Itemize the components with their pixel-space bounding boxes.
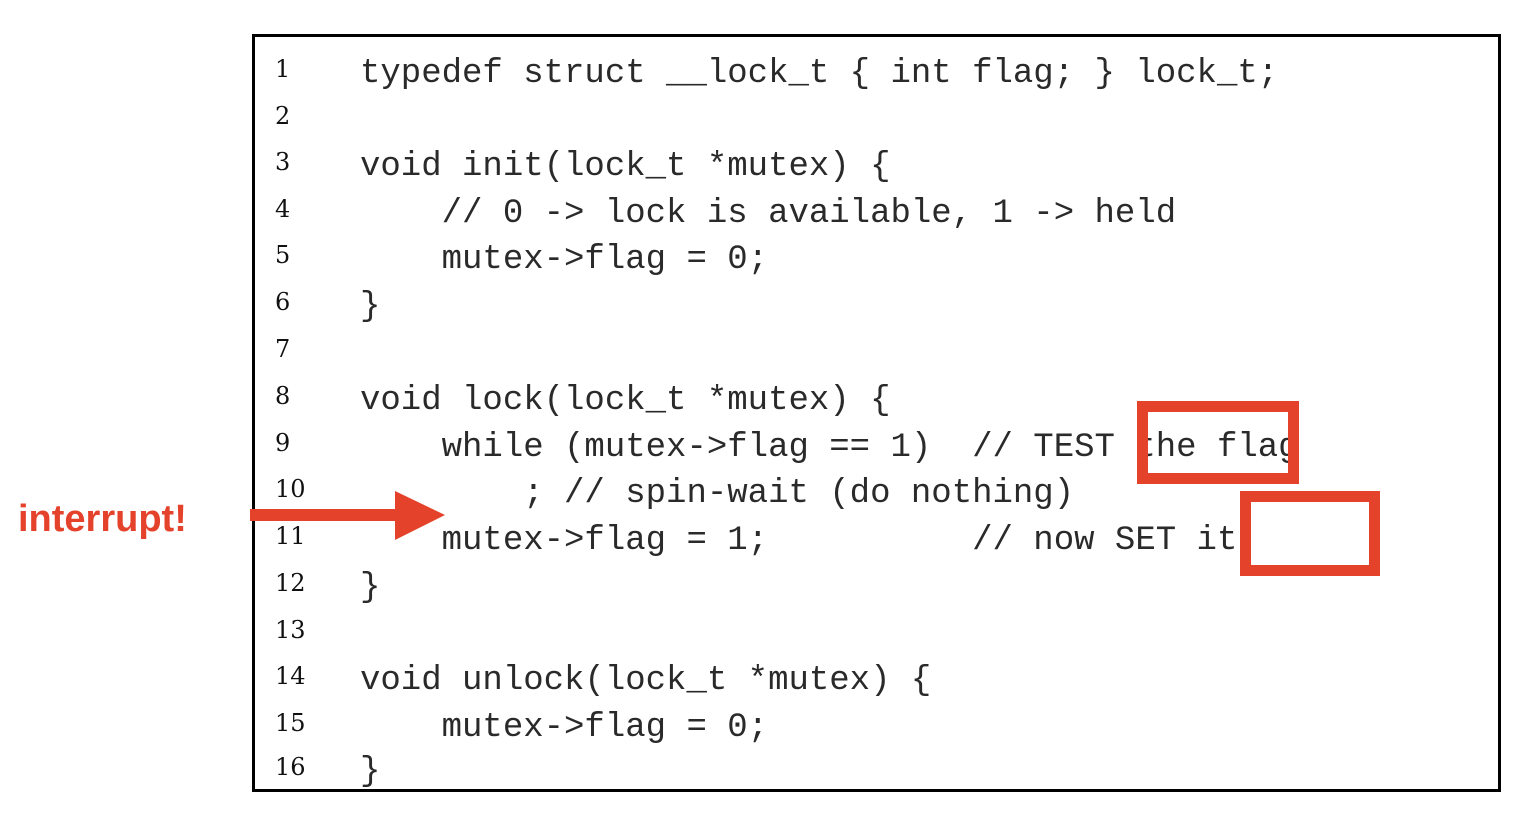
interrupt-label: interrupt! [18,498,187,540]
line-code: mutex->flag = 1; // now SET it! [360,522,1258,560]
line-code: ; // spin-wait (do nothing) [360,475,1075,513]
line-code: // 0 -> lock is available, 1 -> held [360,195,1177,233]
code-line: 15 mutex->flag = 0; [255,705,1498,751]
line-number: 1 [275,55,291,83]
line-code: } [360,569,381,607]
line-number: 12 [275,569,306,597]
code-line: 2 [255,98,1498,144]
line-number: 4 [275,195,291,223]
interrupt-arrow-icon [250,491,445,540]
line-number: 8 [275,382,291,410]
code-listing: 1 typedef struct __lock_t { int flag; } l… [252,34,1501,792]
line-code: void init(lock_t *mutex) { [360,148,891,186]
code-line: 7 [255,331,1498,377]
line-number: 6 [275,288,291,316]
code-line: 5 mutex->flag = 0; [255,237,1498,283]
code-line: 14 void unlock(lock_t *mutex) { [255,658,1498,704]
line-number: 3 [275,148,291,176]
line-number: 13 [275,616,306,644]
test-highlight-box [1137,401,1299,484]
code-line: 3 void init(lock_t *mutex) { [255,144,1498,190]
line-number: 9 [275,429,291,457]
line-number: 16 [275,753,306,781]
line-code: mutex->flag = 0; [360,241,769,279]
code-line: 1 typedef struct __lock_t { int flag; } l… [255,51,1498,97]
line-number: 2 [275,102,291,130]
line-number: 15 [275,709,306,737]
code-line: 6} [255,284,1498,330]
code-line: 9 while (mutex->flag == 1) // TEST the f… [255,425,1498,471]
line-number: 5 [275,241,291,269]
line-code: mutex->flag = 0; [360,709,769,747]
code-line: 8 void lock(lock_t *mutex) { [255,378,1498,424]
code-line: 13 [255,612,1498,658]
line-number: 7 [275,335,291,363]
line-code: } [360,753,381,791]
line-code: typedef struct __lock_t { int flag; } lo… [360,55,1279,93]
set-highlight-box [1240,491,1380,576]
line-code: } [360,288,381,326]
code-line: 4 // 0 -> lock is available, 1 -> held [255,191,1498,237]
line-code: void lock(lock_t *mutex) { [360,382,891,420]
line-number: 14 [275,662,306,690]
code-line: 16} [255,749,1498,795]
line-code: void unlock(lock_t *mutex) { [360,662,932,700]
